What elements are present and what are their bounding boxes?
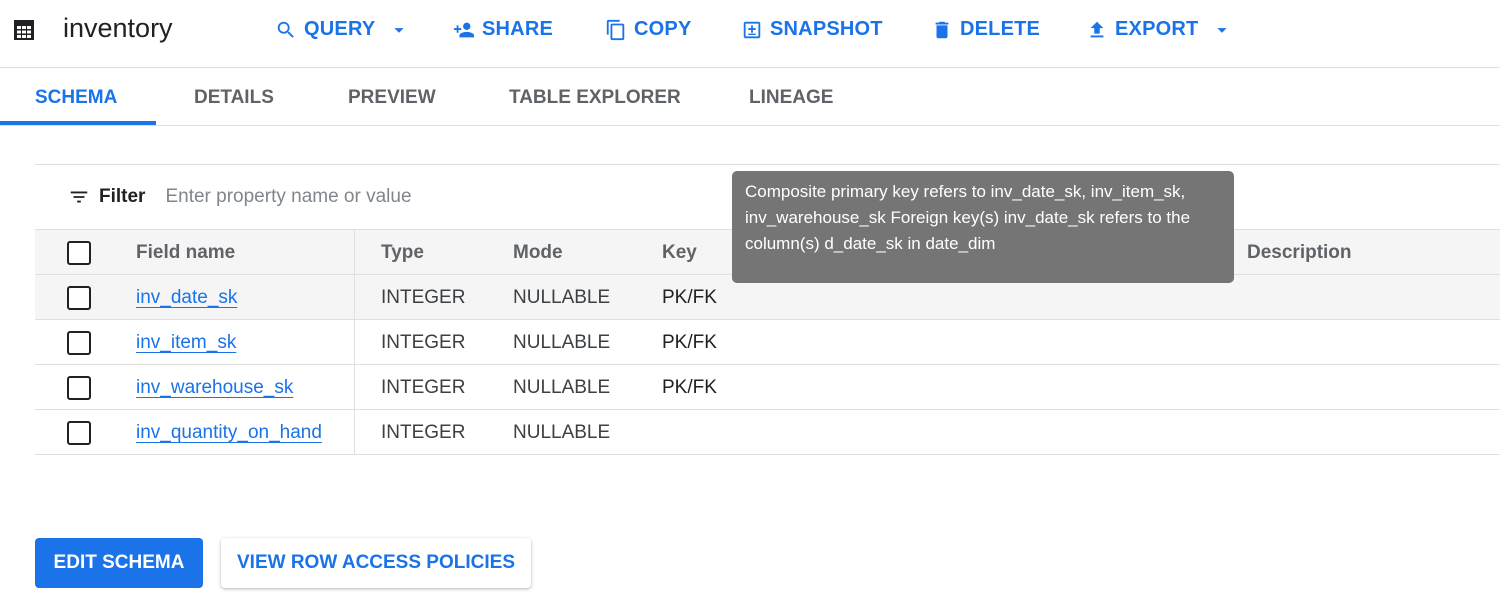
- filter-icon: [70, 191, 88, 203]
- tab-table-explorer[interactable]: TABLE EXPLORER: [509, 87, 681, 109]
- field-mode: NULLABLE: [513, 287, 611, 308]
- field-name: inv_date_sk: [136, 287, 237, 309]
- column-header: Mode: [513, 242, 563, 263]
- row-checkbox[interactable]: [67, 421, 91, 445]
- column-divider: [354, 365, 355, 409]
- key-tooltip: Composite primary key refers to inv_date…: [732, 171, 1234, 283]
- column-divider: [354, 320, 355, 364]
- view-row-access-policies-button[interactable]: VIEW ROW ACCESS POLICIES: [221, 538, 531, 588]
- delete-button[interactable]: DELETE: [931, 18, 1040, 41]
- field-mode: NULLABLE: [513, 377, 611, 398]
- column-header: Key: [662, 242, 697, 263]
- field-type: INTEGER: [381, 377, 466, 398]
- tab-lineage[interactable]: LINEAGE: [749, 87, 833, 109]
- filter-label: Filter: [99, 186, 146, 207]
- column-divider: [354, 275, 355, 319]
- field-key: PK/FK: [662, 287, 717, 308]
- active-tab-indicator: [0, 121, 156, 125]
- tab-details[interactable]: DETAILS: [194, 87, 274, 109]
- row-checkbox[interactable]: [67, 286, 91, 310]
- query-button[interactable]: QUERY: [275, 18, 410, 41]
- column-header: Type: [381, 242, 424, 263]
- field-name-link[interactable]: inv_date_sk: [136, 287, 237, 308]
- toolbar: inventory QUERY SHARE COPY SNAPSHOT DELE…: [0, 0, 1500, 68]
- field-name: inv_warehouse_sk: [136, 377, 293, 399]
- caret-down-icon: [394, 27, 404, 33]
- table-row: inv_quantity_on_hand INTEGER NULLABLE: [35, 410, 1500, 455]
- row-checkbox[interactable]: [67, 376, 91, 400]
- field-type: INTEGER: [381, 332, 466, 353]
- column-header: Field name: [136, 242, 236, 263]
- trash-icon: [935, 21, 949, 38]
- field-mode: NULLABLE: [513, 422, 611, 443]
- field-name-link[interactable]: inv_warehouse_sk: [136, 377, 293, 398]
- field-name-link[interactable]: inv_item_sk: [136, 332, 236, 353]
- tab-bar: SCHEMA DETAILS PREVIEW TABLE EXPLORER LI…: [0, 68, 1500, 126]
- field-mode: NULLABLE: [513, 332, 611, 353]
- tab-preview[interactable]: PREVIEW: [348, 87, 436, 109]
- filter-input[interactable]: [165, 186, 666, 208]
- column-divider: [354, 410, 355, 454]
- table-row: inv_item_sk INTEGER NULLABLE PK/FK: [35, 320, 1500, 365]
- edit-schema-button[interactable]: EDIT SCHEMA: [35, 538, 203, 588]
- snapshot-button[interactable]: SNAPSHOT: [741, 18, 883, 41]
- search-icon: [277, 21, 294, 38]
- caret-down-icon: [1217, 27, 1228, 33]
- tab-schema[interactable]: SCHEMA: [35, 87, 117, 109]
- table-icon: [14, 20, 34, 40]
- copy-icon: [606, 19, 625, 40]
- column-header: Description: [1247, 242, 1352, 263]
- select-all-checkbox[interactable]: [67, 241, 91, 265]
- upload-icon: [1090, 21, 1104, 37]
- field-type: INTEGER: [381, 422, 466, 443]
- page-title: inventory: [63, 13, 173, 43]
- field-name-link[interactable]: inv_quantity_on_hand: [136, 422, 322, 443]
- share-button[interactable]: SHARE: [453, 18, 553, 41]
- field-key: PK/FK: [662, 377, 717, 398]
- column-divider[interactable]: [354, 230, 355, 274]
- row-checkbox[interactable]: [67, 331, 91, 355]
- field-type: INTEGER: [381, 287, 466, 308]
- copy-button[interactable]: COPY: [605, 18, 691, 41]
- table-row: inv_warehouse_sk INTEGER NULLABLE PK/FK: [35, 365, 1500, 410]
- field-name: inv_item_sk: [136, 332, 236, 354]
- field-name: inv_quantity_on_hand: [136, 422, 322, 444]
- field-key: PK/FK: [662, 332, 717, 353]
- export-button[interactable]: EXPORT: [1086, 18, 1233, 41]
- person-add-icon: [453, 22, 475, 37]
- snapshot-icon: [743, 21, 761, 38]
